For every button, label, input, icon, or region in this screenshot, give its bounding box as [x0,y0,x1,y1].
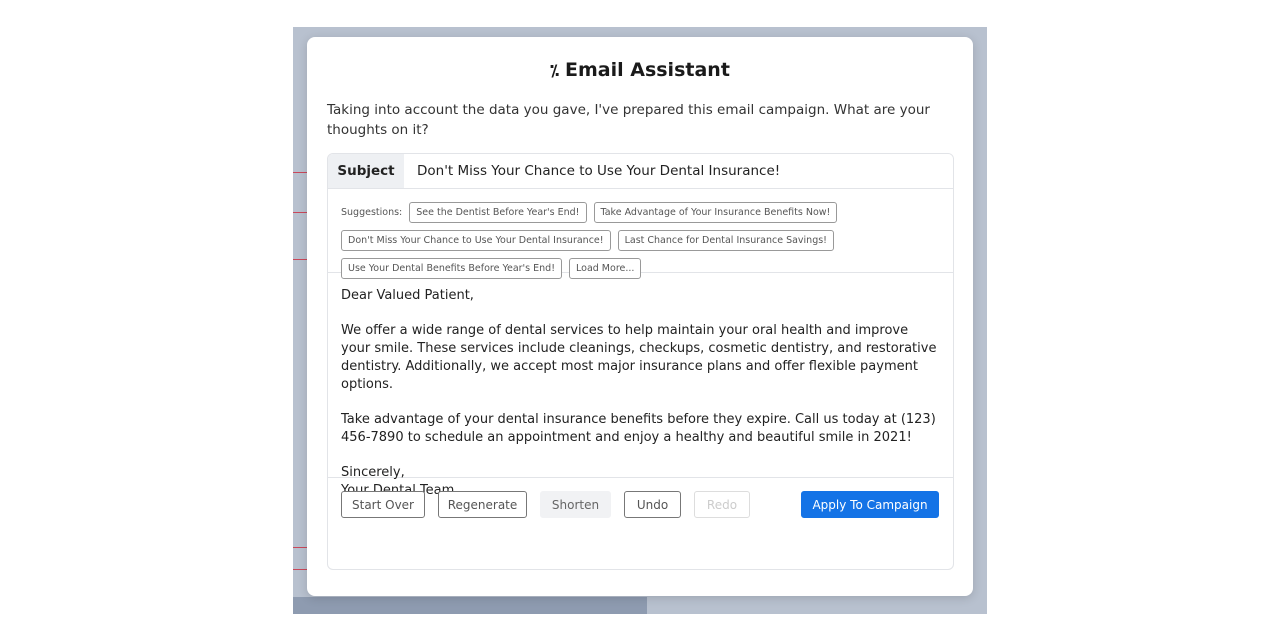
subject-input[interactable] [404,154,953,188]
suggestion-chip[interactable]: Last Chance for Dental Insurance Savings… [617,230,834,251]
email-body-editor[interactable]: Dear Valued Patient, We offer a wide ran… [328,273,953,498]
suggestions-label: Suggestions: [341,207,403,218]
background-divider [293,259,307,260]
intro-text: Taking into account the data you gave, I… [327,102,930,138]
modal-title-text: Email Assistant [565,59,730,81]
suggestions: Suggestions: See the Dentist Before Year… [328,189,953,279]
regenerate-button[interactable]: Regenerate [438,491,527,518]
email-card: Subject Suggestions: See the Dentist Bef… [327,153,954,570]
suggestion-chip[interactable]: Take Advantage of Your Insurance Benefit… [593,202,838,223]
subject-label: Subject [328,154,404,188]
load-more-button[interactable]: Load More... [569,258,642,279]
suggestion-chip[interactable]: Don't Miss Your Chance to Use Your Denta… [341,230,611,251]
action-bar: Start Over Regenerate Shorten Undo Redo … [328,478,953,533]
magic-wand-icon: ⁒ [550,61,559,80]
suggestion-chip[interactable]: Use Your Dental Benefits Before Year's E… [341,258,562,279]
start-over-button[interactable]: Start Over [341,491,425,518]
modal-title: ⁒ Email Assistant [307,59,973,81]
redo-button: Redo [694,491,750,518]
suggestion-chip[interactable]: See the Dentist Before Year's End! [409,202,587,223]
subject-row: Subject [328,154,953,189]
background-divider [293,547,307,548]
background-divider [293,172,307,173]
background-divider [293,212,307,213]
backdrop-shade [293,597,647,614]
undo-button[interactable]: Undo [624,491,681,518]
apply-to-campaign-button[interactable]: Apply To Campaign [801,491,939,518]
background-divider [293,569,307,570]
email-greeting: Dear Valued Patient, [341,288,474,303]
email-paragraph: We offer a wide range of dental services… [341,323,937,392]
email-assistant-modal: ⁒ Email Assistant Taking into account the… [307,37,973,596]
email-paragraph: Take advantage of your dental insurance … [341,412,936,445]
shorten-button[interactable]: Shorten [540,491,611,518]
